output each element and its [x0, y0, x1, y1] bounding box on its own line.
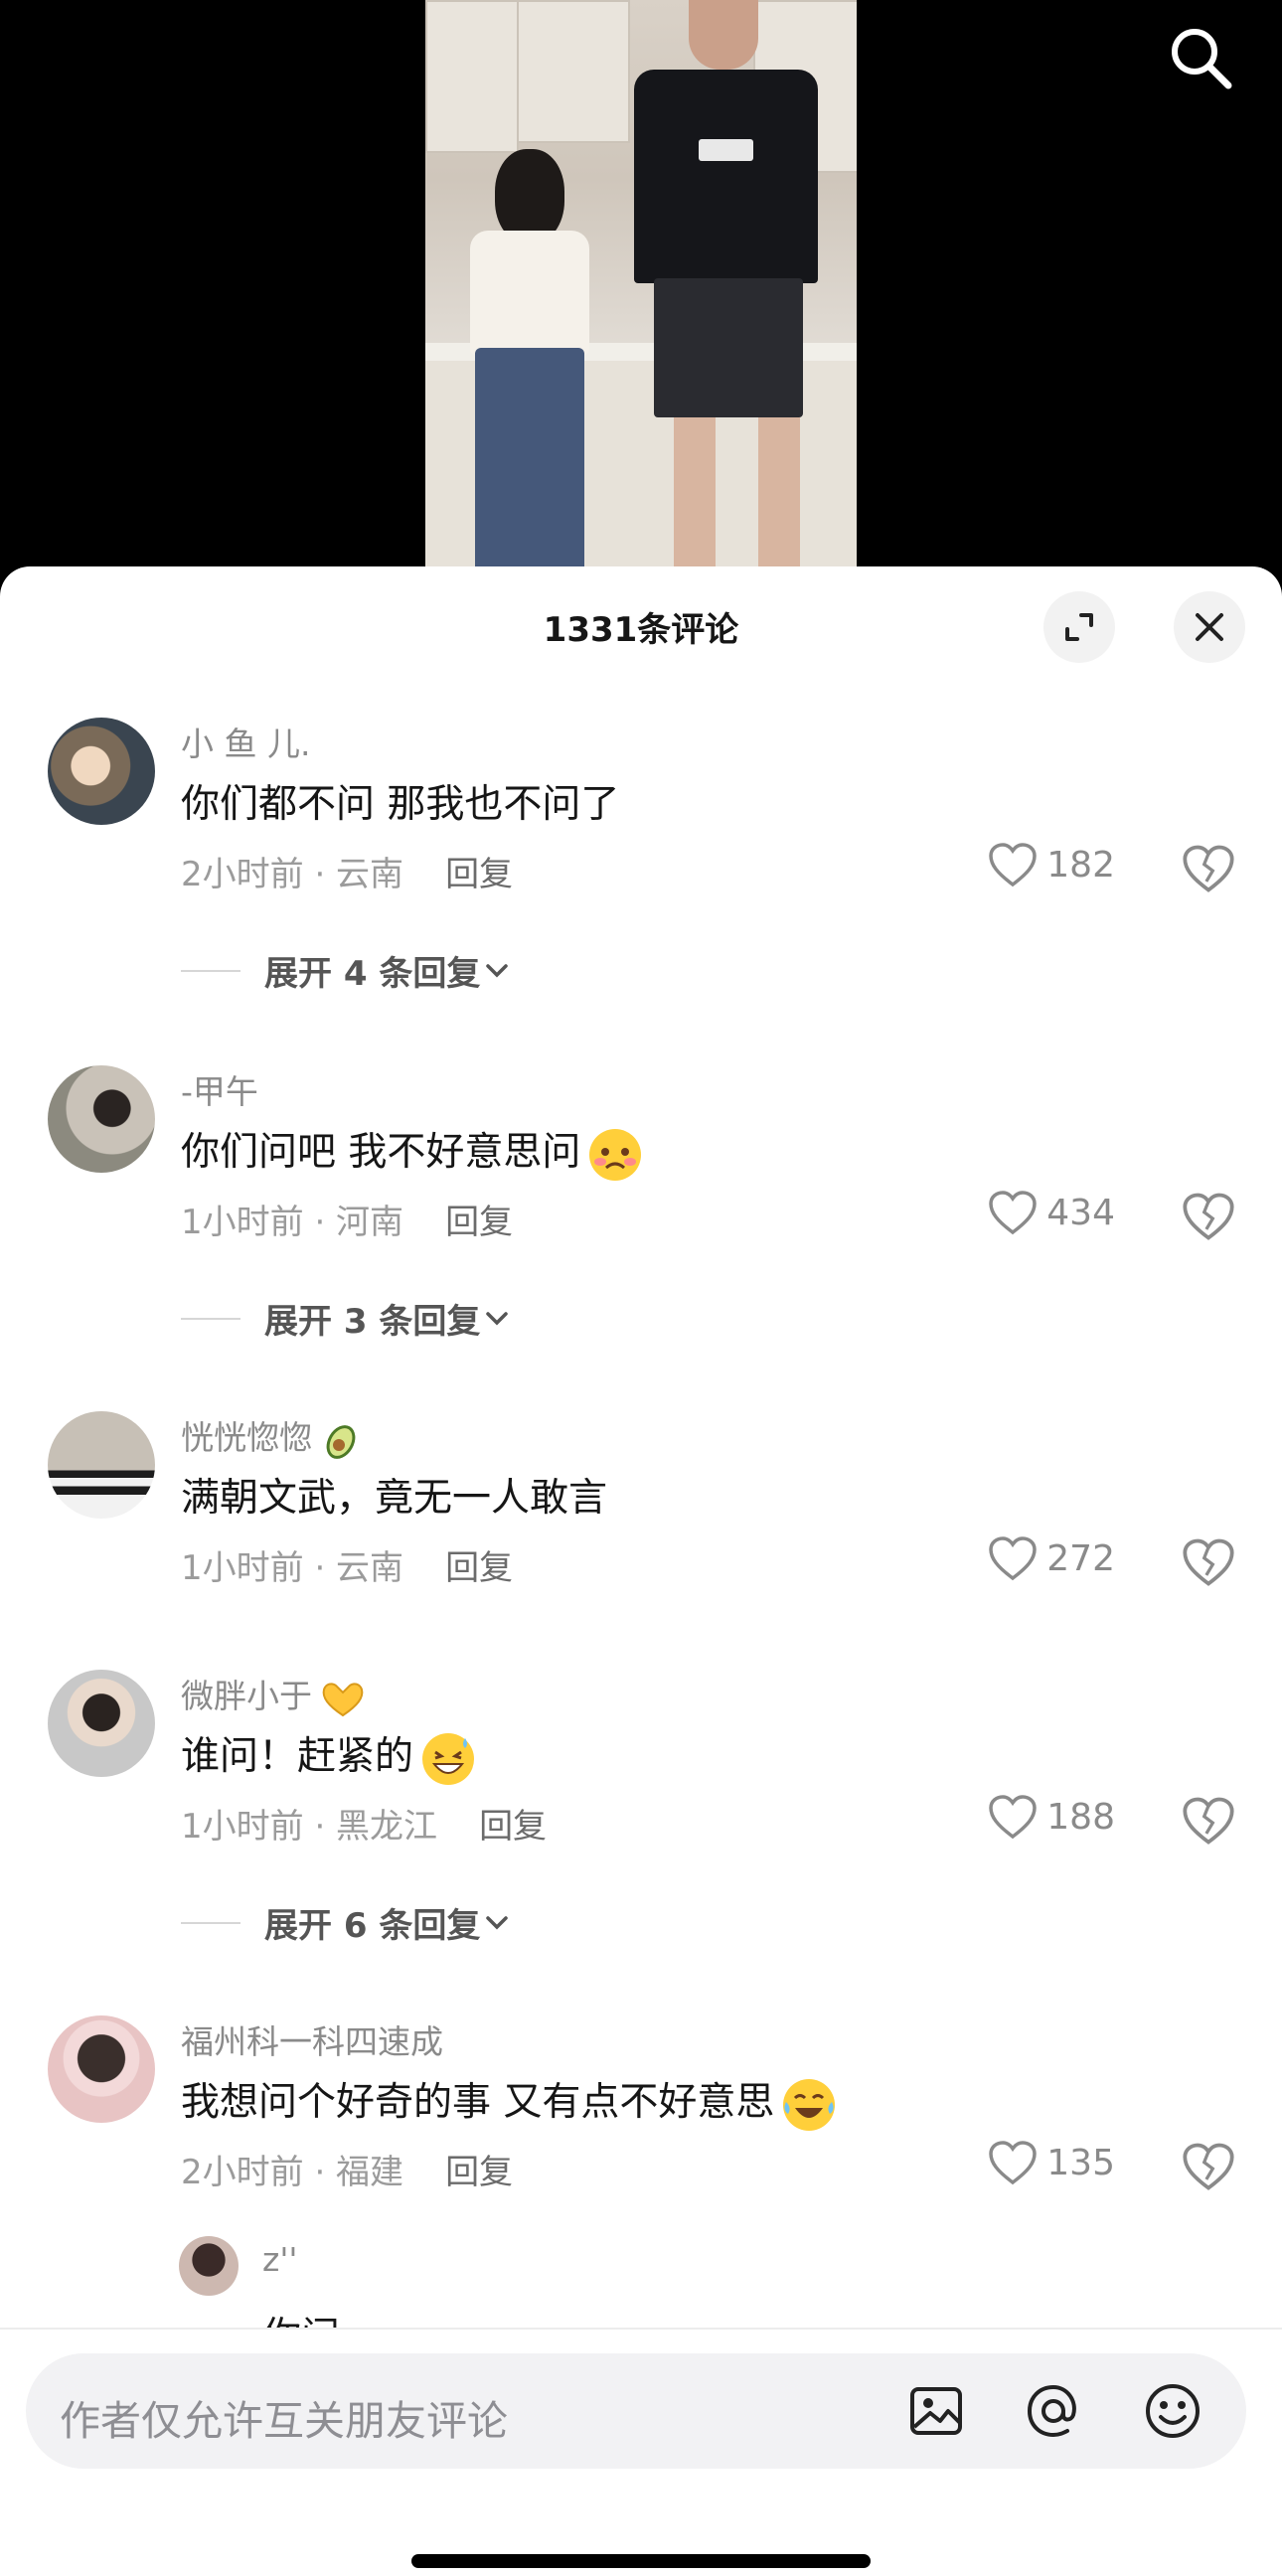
comment-text: 你们都不问 那我也不问了: [181, 782, 620, 827]
comment-meta: 1小时前 · 黑龙江 回复: [181, 1799, 547, 1848]
comment-meta: 1小时前 · 河南 回复: [181, 1195, 513, 1243]
sub-reply-avatar[interactable]: [179, 2236, 239, 2296]
avatar[interactable]: [48, 718, 155, 825]
like-button[interactable]: 182: [987, 841, 1115, 888]
comment-text: 我想问个好奇的事 又有点不好意思: [181, 2071, 838, 2134]
heart-icon: [989, 1191, 1038, 1235]
comment-meta: 2小时前 · 云南 回复: [181, 847, 513, 895]
reply-button[interactable]: 回复: [445, 855, 513, 894]
at-icon[interactable]: [1024, 2381, 1083, 2441]
heart-hands-icon: [322, 1682, 364, 1716]
like-count: 188: [1046, 1796, 1115, 1838]
search-icon[interactable]: [1165, 22, 1236, 93]
comment-input-bar: 作者仅允许互关朋友评论: [0, 2328, 1282, 2576]
like-count: 434: [1046, 1192, 1115, 1233]
avatar[interactable]: [48, 1411, 155, 1519]
shy-emoji-icon: [589, 1128, 642, 1181]
expand-button[interactable]: [1043, 591, 1115, 663]
like-button[interactable]: 434: [987, 1189, 1115, 1236]
comment-meta: 1小时前 · 云南 回复: [181, 1540, 513, 1589]
like-button[interactable]: 188: [987, 1793, 1115, 1841]
emoji-icon[interactable]: [1143, 2381, 1202, 2441]
input-placeholder: 作者仅允许互关朋友评论: [60, 2397, 508, 2445]
time-location: 1小时前 · 河南: [181, 1203, 404, 1242]
avatar[interactable]: [48, 1065, 155, 1173]
like-count: 272: [1046, 1537, 1115, 1579]
broken-heart-icon[interactable]: [1181, 1793, 1236, 1849]
time-location: 2小时前 · 云南: [181, 855, 404, 894]
image-icon[interactable]: [906, 2381, 966, 2441]
grin-sweat-emoji-icon: [422, 1732, 475, 1785]
like-button[interactable]: 135: [987, 2139, 1115, 2186]
reply-button[interactable]: 回复: [445, 1203, 513, 1242]
reply-button[interactable]: 回复: [479, 1807, 547, 1847]
video-player[interactable]: [0, 0, 1282, 596]
heart-icon: [989, 843, 1038, 887]
chevron-down-icon: [486, 963, 509, 977]
like-count: 135: [1046, 2142, 1115, 2183]
comments-sheet: 1331条评论 小 鱼 儿. 你们都不问 那我也不问了 2小时前 · 云南 回复 …: [0, 566, 1282, 2576]
reply-button[interactable]: 回复: [445, 1548, 513, 1588]
expand-icon: [1065, 613, 1093, 641]
laughing-tears-emoji-icon: [783, 2078, 836, 2131]
username[interactable]: 恍恍惚惚: [181, 1411, 364, 1463]
broken-heart-icon[interactable]: [1181, 841, 1236, 896]
broken-heart-icon[interactable]: [1181, 1534, 1236, 1590]
chevron-down-icon: [486, 1311, 509, 1325]
broken-heart-icon[interactable]: [1181, 2139, 1236, 2194]
chevron-down-icon: [486, 1915, 509, 1929]
like-count: 182: [1046, 844, 1115, 886]
comment-text: 谁问！赶紧的: [181, 1725, 477, 1788]
like-button[interactable]: 272: [987, 1534, 1115, 1582]
username[interactable]: 微胖小于: [181, 1670, 368, 1719]
avatar[interactable]: [48, 1670, 155, 1777]
video-frame: [425, 0, 857, 596]
comment-meta: 2小时前 · 福建 回复: [181, 2145, 513, 2193]
heart-icon: [989, 1795, 1038, 1840]
username[interactable]: 福州科一科四速成: [181, 2015, 443, 2063]
comment-text: 满朝文武，竟无一人敢言: [181, 1476, 608, 1521]
avatar[interactable]: [48, 2015, 155, 2123]
heart-icon: [989, 2141, 1038, 2185]
sheet-header: 1331条评论: [0, 566, 1282, 688]
comment-text: 你们问吧 我不好意思问: [181, 1121, 644, 1184]
username[interactable]: -甲午: [181, 1065, 258, 1113]
expand-replies-button[interactable]: 展开 6 条回复: [181, 1898, 514, 1947]
time-location: 2小时前 · 福建: [181, 2153, 404, 2192]
close-button[interactable]: [1174, 591, 1245, 663]
comment-input[interactable]: 作者仅允许互关朋友评论: [26, 2353, 1246, 2469]
close-icon: [1196, 613, 1223, 641]
expand-replies-button[interactable]: 展开 4 条回复: [181, 946, 514, 995]
time-location: 1小时前 · 云南: [181, 1548, 404, 1588]
broken-heart-icon[interactable]: [1181, 1189, 1236, 1244]
sub-reply-username[interactable]: z'': [262, 2240, 297, 2279]
home-indicator[interactable]: [411, 2554, 871, 2568]
heart-icon: [989, 1536, 1038, 1581]
expand-replies-button[interactable]: 展开 3 条回复: [181, 1294, 514, 1343]
time-location: 1小时前 · 黑龙江: [181, 1807, 438, 1847]
username[interactable]: 小 鱼 儿.: [181, 718, 310, 765]
avocado-icon: [326, 1424, 356, 1459]
reply-button[interactable]: 回复: [445, 2153, 513, 2192]
